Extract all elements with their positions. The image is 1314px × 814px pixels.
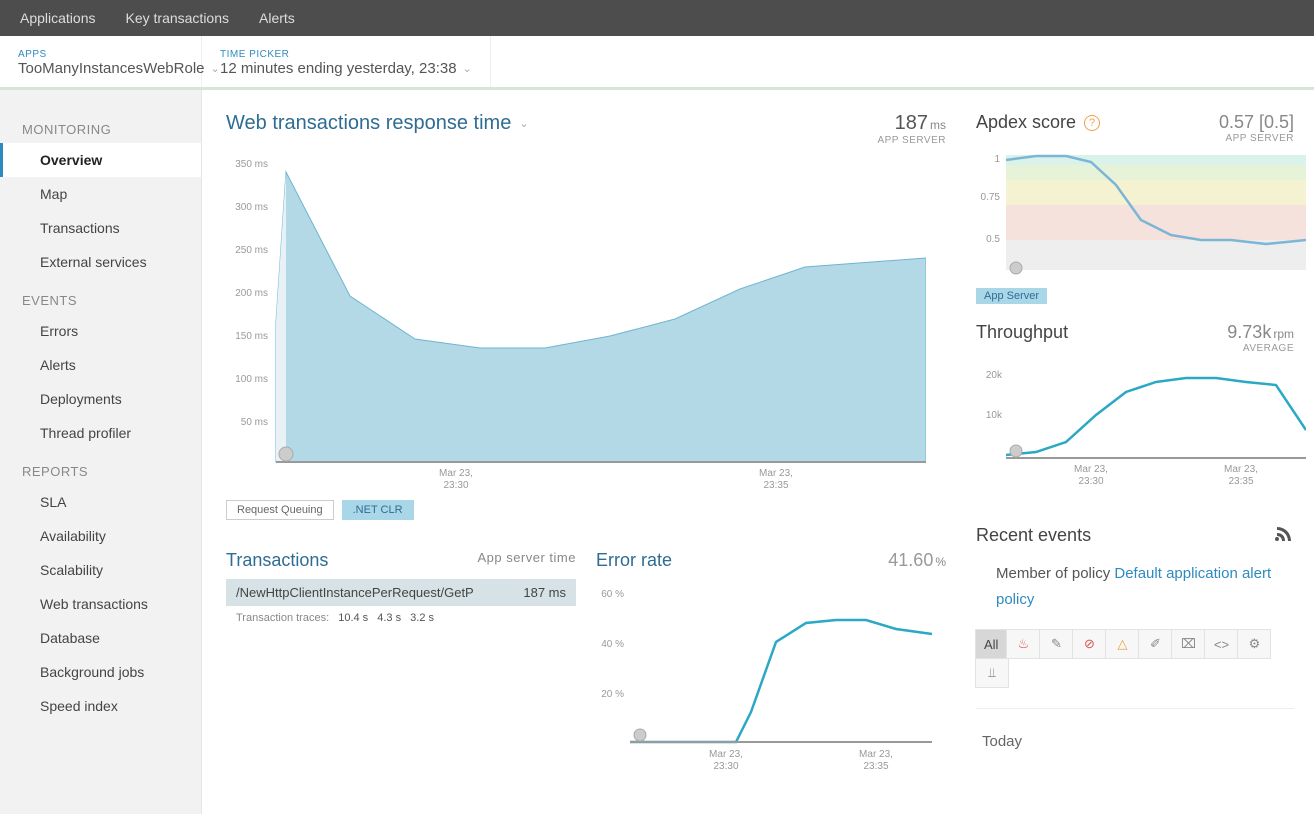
sidebar-item-scalability[interactable]: Scalability xyxy=(0,553,201,587)
throughput-title: Throughput xyxy=(976,322,1068,343)
sidebar-section-monitoring: MONITORING xyxy=(0,108,201,143)
svg-text:60 %: 60 % xyxy=(601,589,624,600)
svg-text:Mar 23,: Mar 23, xyxy=(439,468,473,479)
transactions-title[interactable]: Transactions xyxy=(226,550,328,571)
filter-all[interactable]: All xyxy=(975,629,1007,659)
nav-key-transactions[interactable]: Key transactions xyxy=(126,10,230,26)
response-time-chart[interactable]: 350 ms 300 ms 250 ms 200 ms 150 ms 100 m… xyxy=(226,152,946,492)
sidebar-item-background-jobs[interactable]: Background jobs xyxy=(0,655,201,689)
sidebar-item-availability[interactable]: Availability xyxy=(0,519,201,553)
svg-text:Mar 23,: Mar 23, xyxy=(709,749,743,760)
svg-text:350 ms: 350 ms xyxy=(235,159,268,170)
nav-alerts[interactable]: Alerts xyxy=(259,10,295,26)
response-time-metric: 187ms APP SERVER xyxy=(877,112,946,146)
time-picker-value: 12 minutes ending yesterday, 23:38 xyxy=(220,60,457,77)
sidebar-item-database[interactable]: Database xyxy=(0,621,201,655)
sidebar-item-sla[interactable]: SLA xyxy=(0,485,201,519)
sidebar-item-deployments[interactable]: Deployments xyxy=(0,382,201,416)
sidebar-item-external-services[interactable]: External services xyxy=(0,245,201,279)
legend-net-clr[interactable]: .NET CLR xyxy=(342,500,414,520)
svg-text:0.5: 0.5 xyxy=(986,234,1000,245)
response-time-legend: Request Queuing .NET CLR xyxy=(226,500,946,520)
transaction-row[interactable]: /NewHttpClientInstancePerRequest/GetP 18… xyxy=(226,579,576,606)
chevron-down-icon: ⌄ xyxy=(463,62,472,75)
time-picker-label: TIME PICKER xyxy=(220,49,472,60)
filter-chart-icon[interactable]: ⫫ xyxy=(975,658,1009,688)
nav-applications[interactable]: Applications xyxy=(20,10,96,26)
svg-text:250 ms: 250 ms xyxy=(235,245,268,256)
svg-text:0.75: 0.75 xyxy=(981,192,1001,203)
help-icon[interactable]: ? xyxy=(1084,115,1100,131)
svg-text:Mar 23,: Mar 23, xyxy=(1224,464,1258,475)
events-filter-bar: All ♨ ✎ ⊘ △ ✐ ⌧ <> ⚙ ⫫ xyxy=(976,630,1294,688)
chevron-down-icon: ⌄ xyxy=(519,117,528,130)
sidebar-item-transactions[interactable]: Transactions xyxy=(0,211,201,245)
sidebar-item-alerts[interactable]: Alerts xyxy=(0,348,201,382)
sidebar-item-speed-index[interactable]: Speed index xyxy=(0,689,201,723)
transaction-traces: Transaction traces: 10.4 s 4.3 s 3.2 s xyxy=(226,606,576,624)
svg-text:200 ms: 200 ms xyxy=(235,288,268,299)
sidebar-item-errors[interactable]: Errors xyxy=(0,314,201,348)
error-rate-metric: 41.60% xyxy=(888,550,946,571)
apdex-chart[interactable]: 1 0.75 0.5 xyxy=(976,150,1294,280)
filter-error-icon[interactable]: ⊘ xyxy=(1072,629,1106,659)
events-today: Today xyxy=(976,708,1294,750)
transactions-sub: App server time xyxy=(477,550,576,565)
svg-text:1: 1 xyxy=(994,154,1000,165)
filter-warning-icon[interactable]: △ xyxy=(1105,629,1139,659)
throughput-chart[interactable]: 20k 10k Mar 23, 23:30 Mar 23, 23:35 xyxy=(976,360,1294,490)
error-rate-chart[interactable]: 60 % 40 % 20 % Mar 23, 23:30 Mar 23, 23:… xyxy=(596,577,946,777)
throughput-metric: 9.73krpm AVERAGE xyxy=(1227,322,1294,354)
error-rate-title[interactable]: Error rate xyxy=(596,550,672,571)
svg-text:10k: 10k xyxy=(986,410,1003,421)
apdex-legend[interactable]: App Server xyxy=(976,288,1047,304)
sidebar: MONITORING Overview Map Transactions Ext… xyxy=(0,90,202,814)
svg-text:150 ms: 150 ms xyxy=(235,331,268,342)
apdex-metric: 0.57 [0.5] APP SERVER xyxy=(1219,112,1294,144)
sidebar-item-thread-profiler[interactable]: Thread profiler xyxy=(0,416,201,450)
sidebar-item-map[interactable]: Map xyxy=(0,177,201,211)
filter-code-icon[interactable]: <> xyxy=(1204,629,1238,659)
context-bar: APPS TooManyInstancesWebRole ⌄ TIME PICK… xyxy=(0,36,1314,90)
sidebar-section-events: EVENTS xyxy=(0,279,201,314)
svg-text:20k: 20k xyxy=(986,370,1003,381)
svg-text:23:30: 23:30 xyxy=(443,480,468,491)
svg-text:100 ms: 100 ms xyxy=(235,374,268,385)
svg-text:300 ms: 300 ms xyxy=(235,202,268,213)
svg-text:Mar 23,: Mar 23, xyxy=(1074,464,1108,475)
app-picker-label: APPS xyxy=(18,49,183,60)
svg-text:40 %: 40 % xyxy=(601,639,624,650)
response-time-title[interactable]: Web transactions response time ⌄ xyxy=(226,112,529,135)
app-picker[interactable]: APPS TooManyInstancesWebRole ⌄ xyxy=(0,36,202,87)
filter-pencil-icon[interactable]: ✎ xyxy=(1039,629,1073,659)
rss-icon[interactable] xyxy=(1274,524,1294,547)
filter-gear-icon[interactable]: ⚙ xyxy=(1237,629,1271,659)
filter-note-icon[interactable]: ✐ xyxy=(1138,629,1172,659)
time-picker[interactable]: TIME PICKER 12 minutes ending yesterday,… xyxy=(202,36,491,87)
events-policy: Member of policy Default application ale… xyxy=(976,547,1294,630)
svg-text:Mar 23,: Mar 23, xyxy=(759,468,793,479)
recent-events-title: Recent events xyxy=(976,525,1091,546)
svg-text:50 ms: 50 ms xyxy=(241,417,268,428)
legend-request-queuing[interactable]: Request Queuing xyxy=(226,500,334,520)
sidebar-section-reports: REPORTS xyxy=(0,450,201,485)
sidebar-item-web-transactions[interactable]: Web transactions xyxy=(0,587,201,621)
top-nav: Applications Key transactions Alerts xyxy=(0,0,1314,36)
filter-fire-icon[interactable]: ♨ xyxy=(1006,629,1040,659)
app-picker-value: TooManyInstancesWebRole xyxy=(18,60,205,77)
sidebar-item-overview[interactable]: Overview xyxy=(0,143,201,177)
svg-text:23:30: 23:30 xyxy=(713,761,738,772)
svg-text:23:30: 23:30 xyxy=(1078,476,1103,487)
svg-text:Mar 23,: Mar 23, xyxy=(859,749,893,760)
svg-text:23:35: 23:35 xyxy=(863,761,888,772)
svg-text:23:35: 23:35 xyxy=(763,480,788,491)
apdex-title: Apdex score ? xyxy=(976,112,1100,133)
svg-text:23:35: 23:35 xyxy=(1228,476,1253,487)
filter-screen-icon[interactable]: ⌧ xyxy=(1171,629,1205,659)
svg-text:20 %: 20 % xyxy=(601,689,624,700)
